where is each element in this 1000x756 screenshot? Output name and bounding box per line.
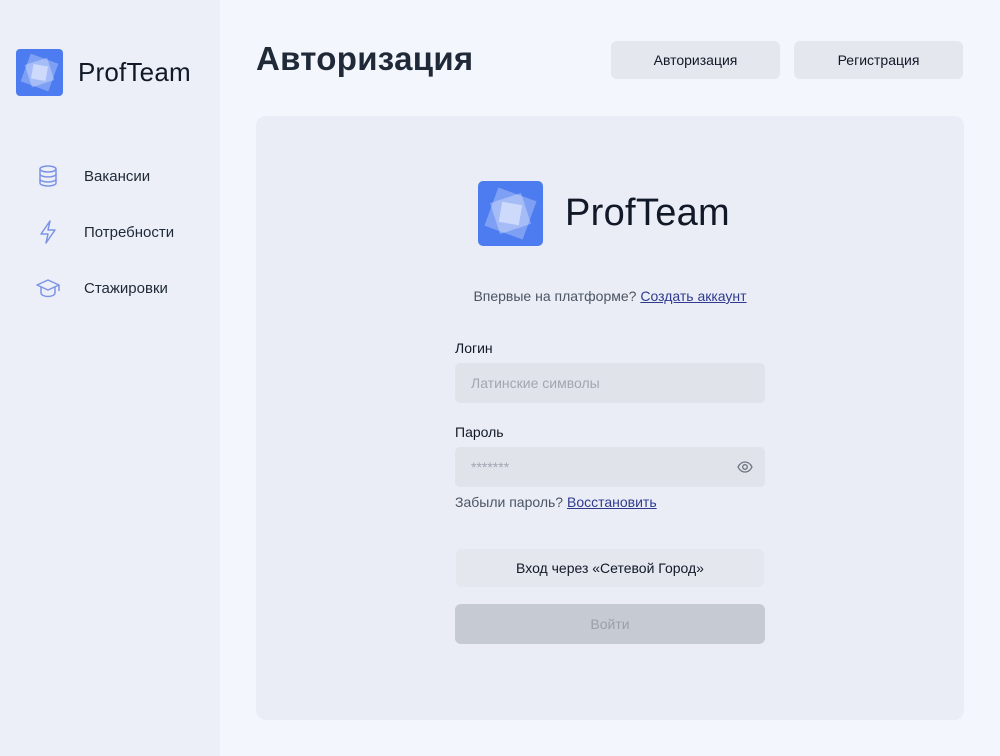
forgot-text: Забыли пароль?: [455, 494, 564, 510]
login-input[interactable]: [455, 363, 765, 403]
password-label: Пароль: [455, 424, 504, 440]
card-brand-name: ProfTeam: [565, 192, 731, 234]
sidebar-item-label: Стажировки: [84, 279, 168, 297]
sidebar-item-needs[interactable]: Потребности: [36, 218, 174, 246]
eye-icon[interactable]: [736, 458, 754, 476]
card-brand: ProfTeam: [478, 181, 730, 246]
sidebar-brand[interactable]: ProfTeam: [16, 49, 191, 96]
forgot-password: Забыли пароль? Восстановить: [455, 494, 657, 510]
restore-password-link[interactable]: Восстановить: [567, 494, 657, 510]
login-card: ProfTeam Впервые на платформе? Создать а…: [256, 116, 964, 720]
create-account-link[interactable]: Создать аккаунт: [640, 288, 746, 304]
sidebar-item-label: Потребности: [84, 223, 175, 241]
sidebar-nav: Вакансии Потребности Стажировки: [36, 162, 174, 330]
sidebar-item-internships[interactable]: Стажировки: [36, 274, 174, 302]
database-icon: [36, 164, 60, 188]
city-login-button[interactable]: Вход через «Сетевой Город»: [456, 549, 764, 587]
sidebar: ProfTeam Вакансии Потребности Стажировки: [0, 0, 220, 756]
brand-name: ProfTeam: [78, 57, 191, 87]
password-input[interactable]: [455, 447, 765, 487]
first-time-prompt: Впервые на платформе? Создать аккаунт: [256, 288, 964, 304]
submit-button[interactable]: Войти: [455, 604, 765, 644]
first-time-text: Впервые на платформе?: [473, 288, 637, 304]
login-label: Логин: [455, 340, 493, 356]
logo-icon: [478, 181, 543, 246]
sidebar-item-vacancies[interactable]: Вакансии: [36, 162, 174, 190]
page-title: Авторизация: [256, 40, 474, 77]
register-tab-button[interactable]: Регистрация: [794, 41, 963, 79]
lightning-icon: [36, 220, 60, 244]
sidebar-item-label: Вакансии: [84, 167, 151, 185]
graduation-cap-icon: [36, 276, 60, 300]
auth-tab-button[interactable]: Авторизация: [611, 41, 780, 79]
logo-icon: [16, 49, 63, 96]
